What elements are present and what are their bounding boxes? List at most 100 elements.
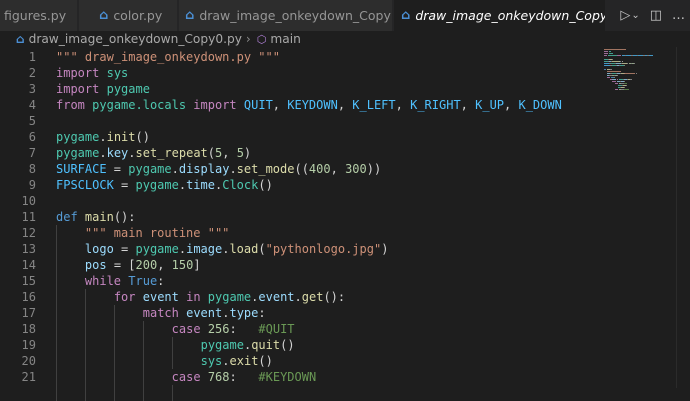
tab-label: color.py <box>113 8 163 23</box>
code-line[interactable]: 6 pygame.init() <box>0 129 600 145</box>
code-token: . <box>294 290 302 304</box>
code-line[interactable]: 2 import sys <box>0 65 600 81</box>
code-line[interactable]: 4 from pygame.locals import QUIT, KEYDOWN… <box>0 97 600 113</box>
indent-guide <box>142 385 144 401</box>
code-token: type <box>229 306 259 320</box>
run-icon[interactable]: ▷ <box>620 8 630 23</box>
code-line[interactable]: 5 <box>0 113 600 129</box>
scrollbar[interactable] <box>676 47 690 388</box>
code-line[interactable]: 1 """ draw_image_onkeydown.py """ <box>0 49 600 65</box>
indent-guide <box>171 353 173 369</box>
minimap[interactable] <box>604 47 674 388</box>
code-token: pygame.locals <box>92 98 187 112</box>
code-text: match event.type: <box>143 305 266 321</box>
indent-guide <box>56 241 57 257</box>
indent-guide <box>142 353 144 369</box>
code-line[interactable]: 20 sys.exit() <box>0 353 600 369</box>
chevron-down-icon[interactable]: ⌄ <box>631 10 639 21</box>
code-text: from pygame.locals import QUIT, KEYDOWN,… <box>56 97 562 113</box>
line-number: 4 <box>28 98 36 112</box>
code-token: . <box>178 242 187 256</box>
minimap-token <box>607 55 617 56</box>
code-token: QUIT <box>243 98 273 112</box>
line-number: 21 <box>21 370 36 384</box>
code-token: pygame <box>56 130 100 144</box>
code-token: : <box>258 306 266 320</box>
code-line[interactable]: 17 match event.type: <box>0 305 600 321</box>
code-token: . <box>128 146 136 160</box>
code-text: def main(): <box>56 209 136 225</box>
breadcrumb: ⌂ draw_image_onkeydown_Copy0.py › ⬡ main <box>0 31 690 47</box>
code-line[interactable]: 8 SURFACE = pygame.display.set_mode((400,… <box>0 161 600 177</box>
code-token: event <box>186 306 223 320</box>
code-line[interactable]: 13 logo = pygame.image.load("pythonlogo.j… <box>0 241 600 257</box>
code-text: case 768: #KEYDOWN <box>172 369 317 385</box>
split-editor-icon[interactable]: ◫ <box>650 8 662 23</box>
code-token: #QUIT <box>258 322 295 336</box>
code-token: . <box>178 178 187 192</box>
code-token: in <box>186 290 201 304</box>
code-text: pygame.init() <box>56 129 150 145</box>
code-token: SURFACE <box>56 162 107 176</box>
code-token: set_mode <box>236 162 295 176</box>
code-line[interactable]: 19 pygame.quit() <box>0 337 600 353</box>
minimap-token <box>604 55 607 56</box>
minimap-token <box>623 83 628 84</box>
more-actions-icon[interactable]: … <box>672 8 685 23</box>
code-token: K_LEFT <box>352 98 396 112</box>
tab-label: draw_image_onkeydown_Copy0.py <box>415 8 606 23</box>
code-token: pygame <box>135 242 179 256</box>
indent-guide <box>56 369 57 385</box>
tab-label: draw_image_onkeydown_Copy1.py <box>199 8 392 23</box>
code-line[interactable]: 9 FPSCLOCK = pygame.time.Clock() <box>0 177 600 193</box>
code-token: = <box>106 162 129 176</box>
minimap-token <box>622 61 623 62</box>
code-line[interactable]: 10 <box>0 193 600 209</box>
code-token: . <box>99 130 107 144</box>
code-text: sys.exit() <box>201 353 273 369</box>
code-line[interactable]: 3 import pygame <box>0 81 600 97</box>
code-token: (): <box>323 290 346 304</box>
code-token: . <box>222 354 230 368</box>
indent-guide <box>56 385 57 401</box>
code-line[interactable] <box>0 385 600 401</box>
code-token: : <box>229 322 259 336</box>
tab-figures[interactable]: figures.py <box>0 0 78 31</box>
line-number: 8 <box>28 162 36 176</box>
code-token: () <box>258 178 273 192</box>
indent-guide <box>56 337 57 353</box>
code-token: pygame <box>200 338 244 352</box>
breadcrumb-symbol[interactable]: main <box>270 32 300 46</box>
indent-guide <box>113 353 115 369</box>
indent-guide <box>56 305 57 321</box>
code-line[interactable]: 11 def main(): <box>0 209 600 225</box>
breadcrumb-file[interactable]: draw_image_onkeydown_Copy0.py <box>29 32 242 46</box>
code-line[interactable]: 12 """ main routine """ <box>0 225 600 241</box>
tab-color[interactable]: ⌂ color.py <box>79 0 178 31</box>
code-line[interactable]: 16 for event in pygame.event.get(): <box>0 289 600 305</box>
code-line[interactable]: 21 case 768: #KEYDOWN <box>0 369 600 385</box>
minimap-token <box>635 73 637 74</box>
code-line[interactable]: 14 pos = [200, 150] <box>0 257 600 273</box>
minimap-token <box>606 77 611 78</box>
code-token: (): <box>113 210 136 224</box>
code-line[interactable]: 18 case 256: #QUIT <box>0 321 600 337</box>
tab-copy0[interactable]: ⌂ draw_image_onkeydown_Copy0.py ✕ <box>394 0 606 31</box>
python-file-icon: ⌂ <box>16 32 25 46</box>
tab-copy1[interactable]: ⌂ draw_image_onkeydown_Copy1.py <box>179 0 393 31</box>
code-token: main <box>84 210 114 224</box>
code-text: while True: <box>85 273 165 289</box>
code-token: () <box>258 354 273 368</box>
indent-guide <box>84 369 86 385</box>
code-token: True <box>128 274 158 288</box>
code-editor[interactable]: 1 """ draw_image_onkeydown.py """ 2 import … <box>0 47 600 401</box>
code-token: def <box>56 210 78 224</box>
indent-guide <box>142 321 144 337</box>
python-file-icon: ⌂ <box>185 8 195 23</box>
code-line[interactable]: 15 while True: <box>0 273 600 289</box>
code-line[interactable]: 7 pygame.key.set_repeat(5, 5) <box>0 145 600 161</box>
indent-guide <box>56 225 57 241</box>
